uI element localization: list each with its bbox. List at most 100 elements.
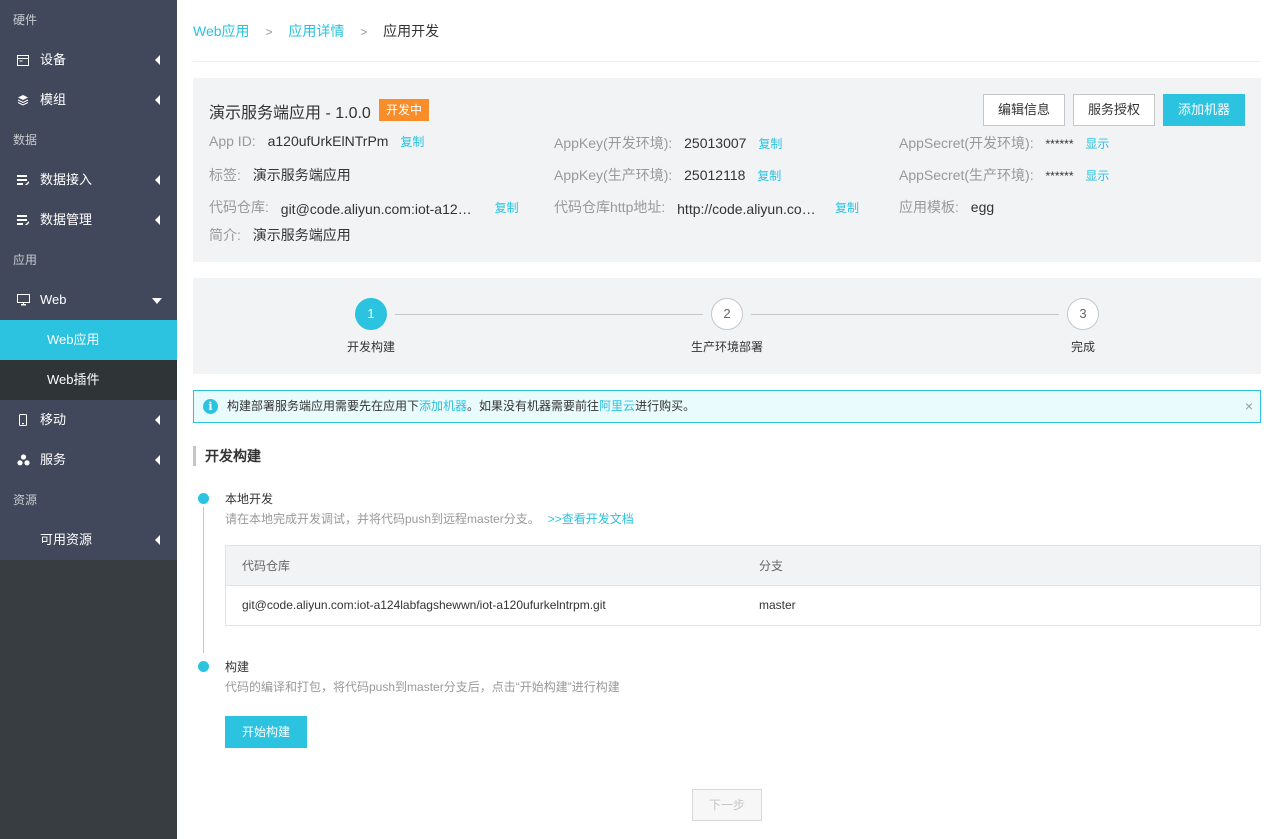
sidebar-item-label: 模组 xyxy=(40,92,67,107)
sidebar-item-module[interactable]: 模组 xyxy=(0,80,177,120)
chevron-right-icon: > xyxy=(360,25,368,39)
copy-appkey-prod-link[interactable]: 复制 xyxy=(757,169,781,183)
tag-value: 演示服务端应用 xyxy=(252,167,351,183)
step-connector xyxy=(395,314,703,315)
build-desc: 代码的编译和打包，将代码push到master分支后，点击“开始构建”进行构建 xyxy=(225,680,620,694)
close-icon[interactable]: × xyxy=(1245,391,1253,422)
app-id-label: App ID: xyxy=(209,133,256,149)
step-label-3: 完成 xyxy=(1070,340,1095,354)
local-dev-desc-text: 请在本地完成开发调试，并将代码push到远程master分支。 xyxy=(225,512,540,526)
sidebar-item-label: 移动 xyxy=(40,412,67,427)
repo-row: 代码仓库: git@code.aliyun.com:iot-a124labfag… xyxy=(209,197,519,217)
breadcrumb: Web应用 > 应用详情 > 应用开发 xyxy=(193,0,1261,62)
timeline-dot xyxy=(198,661,209,672)
repo-http-row: 代码仓库http地址: http://code.aliyun.com/iot-a… xyxy=(554,197,859,217)
copy-repo-link[interactable]: 复制 xyxy=(495,201,519,215)
add-machine-link[interactable]: 添加机器 xyxy=(419,399,467,413)
tag-row: 标签: 演示服务端应用 xyxy=(209,165,351,185)
sidebar-subitem-web-app[interactable]: Web应用 xyxy=(0,320,177,360)
timeline-dot xyxy=(198,493,209,504)
appkey-prod-value: 25012118 xyxy=(684,167,746,183)
monitor-icon xyxy=(16,280,30,320)
edit-info-button[interactable]: 编辑信息 xyxy=(983,94,1065,126)
repo-table: 代码仓库 分支 git@code.aliyun.com:iot-a124labf… xyxy=(225,545,1261,626)
sidebar-item-mobile[interactable]: 移动 xyxy=(0,400,177,440)
sidebar-subitem-web-plugin[interactable]: Web插件 xyxy=(0,360,177,400)
sidebar-item-data-access[interactable]: 数据接入 xyxy=(0,160,177,200)
alert-text-1: 构建部署服务端应用需要先在应用下 xyxy=(227,399,420,413)
build-timeline: 本地开发 请在本地完成开发调试，并将代码push到远程master分支。 >>查看… xyxy=(193,466,1261,826)
app-id-value: a120ufUrkElNTrPm xyxy=(267,133,389,149)
table-row: git@code.aliyun.com:iot-a124labfagshewwn… xyxy=(226,586,1260,625)
sidebar-item-label: 可用资源 xyxy=(40,532,93,547)
breadcrumb-current: 应用开发 xyxy=(383,23,440,39)
repo-value: git@code.aliyun.com:iot-a124labfagshewwn… xyxy=(280,201,477,217)
progress-steps: 1 2 3 开发构建 生产环境部署 完成 xyxy=(193,278,1261,374)
layers-icon xyxy=(16,80,30,120)
step-circle-2: 2 xyxy=(711,298,743,330)
chevron-left-icon xyxy=(155,535,160,545)
status-badge: 开发中 xyxy=(379,99,430,121)
appkey-dev-row: AppKey(开发环境): 25013007 复制 xyxy=(554,133,782,153)
aliyun-link[interactable]: 阿里云 xyxy=(599,399,635,413)
repo-http-value: http://code.aliyun.com/iot-a124labfagshe… xyxy=(677,201,818,217)
sidebar-item-available-resource[interactable]: 可用资源 xyxy=(0,520,177,560)
chevron-right-icon: > xyxy=(265,25,273,39)
desc-label: 简介: xyxy=(209,227,241,243)
step-circle-1: 1 xyxy=(355,298,387,330)
breadcrumb-web-app[interactable]: Web应用 xyxy=(193,23,250,39)
secret-prod-label: AppSecret(生产环境): xyxy=(899,167,1034,183)
sidebar-group-app: 应用 xyxy=(0,240,177,280)
template-label: 应用模板: xyxy=(899,199,959,215)
copy-app-id-link[interactable]: 复制 xyxy=(400,135,424,149)
sidebar-item-service[interactable]: 服务 xyxy=(0,440,177,480)
dev-doc-link[interactable]: >>查看开发文档 xyxy=(548,512,634,526)
repo-http-label: 代码仓库http地址: xyxy=(554,199,666,215)
chevron-left-icon xyxy=(155,215,160,225)
sidebar-item-device[interactable]: 设备 xyxy=(0,40,177,80)
repo-label: 代码仓库: xyxy=(209,199,269,215)
desc-row: 简介: 演示服务端应用 xyxy=(209,225,351,245)
copy-appkey-dev-link[interactable]: 复制 xyxy=(758,137,782,151)
chevron-left-icon xyxy=(155,175,160,185)
cubes-icon xyxy=(16,440,30,480)
sidebar-group-hardware: 硬件 xyxy=(0,0,177,40)
secret-prod-row: AppSecret(生产环境): ****** 显示 xyxy=(899,165,1109,185)
step-label-1: 开发构建 xyxy=(346,340,395,354)
column-header-repo: 代码仓库 xyxy=(242,559,291,573)
sidebar-item-label: 服务 xyxy=(40,452,67,467)
show-secret-dev-link[interactable]: 显示 xyxy=(1085,137,1109,151)
add-machine-button[interactable]: 添加机器 xyxy=(1163,94,1245,126)
start-build-button[interactable]: 开始构建 xyxy=(225,716,307,748)
secret-dev-row: AppSecret(开发环境): ****** 显示 xyxy=(899,133,1109,153)
cell-repo: git@code.aliyun.com:iot-a124labfagshewwn… xyxy=(242,598,606,612)
sidebar-item-data-manage[interactable]: 数据管理 xyxy=(0,200,177,240)
chevron-left-icon xyxy=(155,455,160,465)
list-edit-icon xyxy=(16,160,30,200)
section-title: 开发构建 xyxy=(193,446,1261,466)
copy-repo-http-link[interactable]: 复制 xyxy=(835,201,859,215)
next-step-button[interactable]: 下一步 xyxy=(692,789,762,821)
step-label-2: 生产环境部署 xyxy=(690,340,763,354)
breadcrumb-app-detail[interactable]: 应用详情 xyxy=(288,23,344,39)
sidebar-group-resource: 资源 xyxy=(0,480,177,520)
alert-text-3: 进行购买。 xyxy=(635,399,696,413)
sidebar-item-label: 设备 xyxy=(40,52,67,67)
build-title: 构建 xyxy=(225,660,250,674)
sidebar-group-data: 数据 xyxy=(0,120,177,160)
appkey-dev-label: AppKey(开发环境): xyxy=(554,135,673,151)
app-info-panel: 演示服务端应用 - 1.0.0 开发中 编辑信息 服务授权 添加机器 App I… xyxy=(193,78,1261,262)
alert-text-2: 。如果没有机器需要前往 xyxy=(467,399,600,413)
appkey-prod-row: AppKey(生产环境): 25012118 复制 xyxy=(554,165,781,185)
desc-value: 演示服务端应用 xyxy=(252,227,351,243)
step-circle-3: 3 xyxy=(1067,298,1099,330)
sidebar-item-web[interactable]: Web xyxy=(0,280,177,320)
sidebar-filler xyxy=(0,560,177,839)
show-secret-prod-link[interactable]: 显示 xyxy=(1085,169,1109,183)
service-auth-button[interactable]: 服务授权 xyxy=(1073,94,1155,126)
secret-dev-label: AppSecret(开发环境): xyxy=(899,135,1034,151)
sidebar-item-label: 数据接入 xyxy=(40,172,93,187)
sidebar: 硬件 设备 模组 数据 数据接入 数据管理 应用 Web Web应用 Web插件… xyxy=(0,0,177,839)
window-icon xyxy=(16,40,30,80)
timeline-line xyxy=(203,507,204,653)
